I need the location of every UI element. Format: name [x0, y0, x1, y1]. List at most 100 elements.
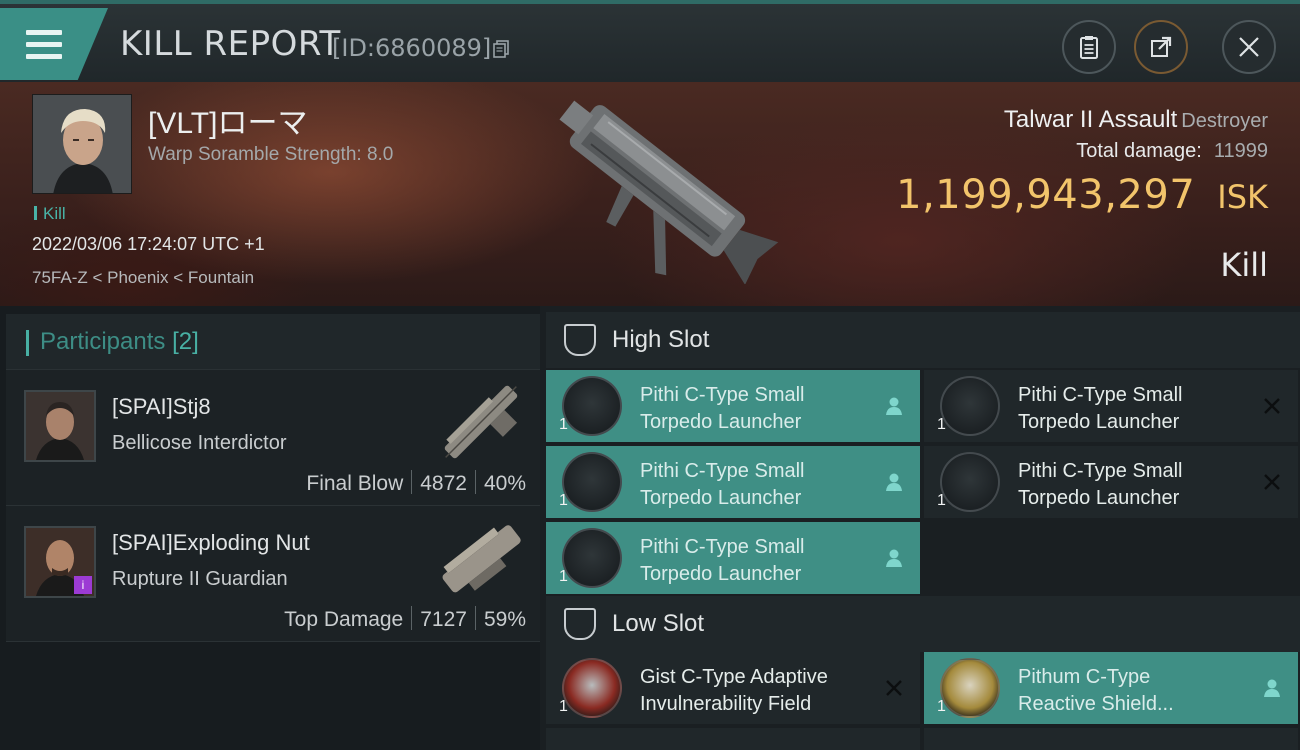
torpedo-launcher-icon [940, 376, 1000, 436]
participants-title: Participants [40, 328, 166, 355]
total-damage-label: Total damage: [1076, 140, 1202, 162]
isk-unit: ISK [1217, 178, 1268, 216]
isk-loss: 1,199,943,297 ISK [896, 172, 1268, 218]
dropped-pilot-icon [886, 397, 902, 415]
participant-avatar[interactable] [24, 390, 96, 462]
shield-module-icon [562, 658, 622, 718]
dropped-pilot-icon [886, 549, 902, 567]
participant-name: [SPAI]Exploding Nut [112, 530, 310, 555]
destroyed-x-icon [1264, 474, 1280, 490]
module-quantity: 1 [559, 698, 568, 715]
module-slot[interactable]: 1 Pithi C-Type Small Torpedo Launcher [546, 370, 920, 442]
hamburger-menu-icon [26, 30, 62, 60]
dropped-pilot-icon [1264, 679, 1280, 697]
close-button[interactable] [1222, 20, 1276, 74]
ship-class: Destroyer [1181, 110, 1268, 132]
participants-count: [2] [172, 328, 199, 355]
low-slot-icon [564, 608, 596, 640]
participant-damage-percent: 40% [483, 472, 526, 495]
torpedo-launcher-icon [562, 452, 622, 512]
kill-date: 2022/03/06 17:24:07 UTC +1 [32, 234, 265, 254]
warp-scramble-strength: Warp Soramble Strength: 8.0 [148, 144, 394, 165]
torpedo-launcher-icon [562, 528, 622, 588]
module-name: Pithi C-Type Small Torpedo Launcher [640, 384, 805, 433]
module-slot[interactable]: 1 Pithi C-Type Small Torpedo Launcher [924, 446, 1298, 518]
kill-tag: Kill [34, 204, 66, 224]
copy-icon[interactable] [493, 40, 509, 58]
participant-stats: Final Blow 4872 40% [306, 470, 526, 496]
participant-damage: 4872 [420, 472, 467, 495]
low-slot-header: Low Slot [546, 596, 1300, 652]
module-name: Pithi C-Type Small Torpedo Launcher [1018, 460, 1183, 509]
victim-portrait[interactable] [32, 94, 132, 194]
module-name: Pithi C-Type Small Torpedo Launcher [640, 536, 805, 585]
menu-button[interactable] [0, 8, 108, 80]
module-quantity: 1 [937, 416, 946, 433]
participants-header: Participants [2] [6, 314, 540, 370]
participants-panel: Participants [2] [SPAI]Stj8 Bellicose In… [0, 306, 540, 750]
torpedo-launcher-icon [940, 452, 1000, 512]
participant-avatar[interactable]: i [24, 526, 96, 598]
high-slot-icon [564, 324, 596, 356]
module-quantity: 1 [559, 416, 568, 433]
victim-name: [VLT]ローマ [148, 107, 308, 140]
fitting-panel: High Slot 1 Pithi C-Type Small Torpedo La… [540, 306, 1300, 750]
module-name: Pithum C-Type Reactive Shield... [1018, 666, 1174, 715]
destroyed-x-icon [1264, 398, 1280, 414]
participant-ship-render[interactable] [426, 512, 536, 604]
module-slot[interactable]: 1 Gist C-Type Adaptive Invulnerability Fi… [546, 652, 920, 724]
clipboard-button[interactable] [1062, 20, 1116, 74]
share-icon [1151, 36, 1172, 57]
info-badge-icon: i [74, 576, 92, 594]
dropped-pilot-icon [886, 473, 902, 491]
victim-banner: [VLT]ローマ Warp Soramble Strength: 8.0 Kil… [0, 82, 1300, 306]
victim-ship-render[interactable] [520, 84, 790, 284]
ship-name: Talwar II Assault [1003, 106, 1178, 133]
participant-name: [SPAI]Stj8 [112, 394, 211, 419]
participant-stats: Top Damage 7127 59% [284, 606, 526, 632]
total-damage: Total damage: 11999 [1076, 140, 1268, 163]
module-slot[interactable]: 1 Pithi C-Type Small Torpedo Launcher [924, 370, 1298, 442]
total-damage-value: 11999 [1213, 140, 1268, 162]
module-name: Gist C-Type Adaptive Invulnerability Fiel… [640, 666, 828, 715]
module-name: Pithi C-Type Small Torpedo Launcher [1018, 384, 1183, 433]
shield-module-icon [940, 658, 1000, 718]
high-slot-title: High Slot [612, 326, 710, 353]
victim-ship: Talwar II Assault Destroyer [1004, 106, 1268, 134]
section-marker [26, 330, 29, 356]
isk-value: 1,199,943,297 [896, 172, 1196, 218]
module-slot[interactable] [924, 728, 1298, 750]
destroyed-x-icon [886, 680, 902, 696]
high-slot-header: High Slot [546, 312, 1300, 368]
close-icon [1239, 37, 1259, 57]
participant-ship-render[interactable] [426, 376, 536, 468]
share-button[interactable] [1134, 20, 1188, 74]
result-label: Kill [1220, 246, 1268, 284]
participant-ship: Rupture II Guardian [112, 568, 288, 590]
module-slot[interactable] [546, 728, 920, 750]
module-quantity: 1 [937, 698, 946, 715]
module-slot[interactable]: 1 Pithi C-Type Small Torpedo Launcher [546, 446, 920, 518]
module-quantity: 1 [559, 492, 568, 509]
participant-damage-percent: 59% [483, 608, 526, 631]
pilot-portrait-image [26, 392, 94, 460]
module-slot[interactable]: 1 Pithi C-Type Small Torpedo Launcher [546, 522, 920, 594]
module-name: Pithi C-Type Small Torpedo Launcher [640, 460, 805, 509]
participant-role: Top Damage [284, 608, 404, 631]
module-slot[interactable]: 1 Pithum C-Type Reactive Shield... [924, 652, 1298, 724]
participant-role: Final Blow [306, 472, 404, 495]
participant-row[interactable]: i [SPAI]Exploding Nut Rupture II Guardia… [6, 506, 540, 642]
participant-row[interactable]: [SPAI]Stj8 Bellicose Interdictor Final B… [6, 370, 540, 506]
torpedo-launcher-icon [562, 376, 622, 436]
low-slot-title: Low Slot [612, 610, 705, 637]
module-quantity: 1 [937, 492, 946, 509]
participant-ship: Bellicose Interdictor [112, 432, 287, 454]
header-bar: KILL REPORT [ID:6860089] [0, 0, 1300, 82]
module-quantity: 1 [559, 568, 568, 585]
report-id: [ID:6860089] [332, 34, 492, 62]
pilot-portrait-image [33, 95, 131, 193]
participant-damage: 7127 [420, 608, 467, 631]
kill-location: 75FA-Z < Phoenix < Fountain [32, 268, 255, 287]
page-title: KILL REPORT [120, 24, 341, 64]
clipboard-icon [1080, 36, 1098, 59]
